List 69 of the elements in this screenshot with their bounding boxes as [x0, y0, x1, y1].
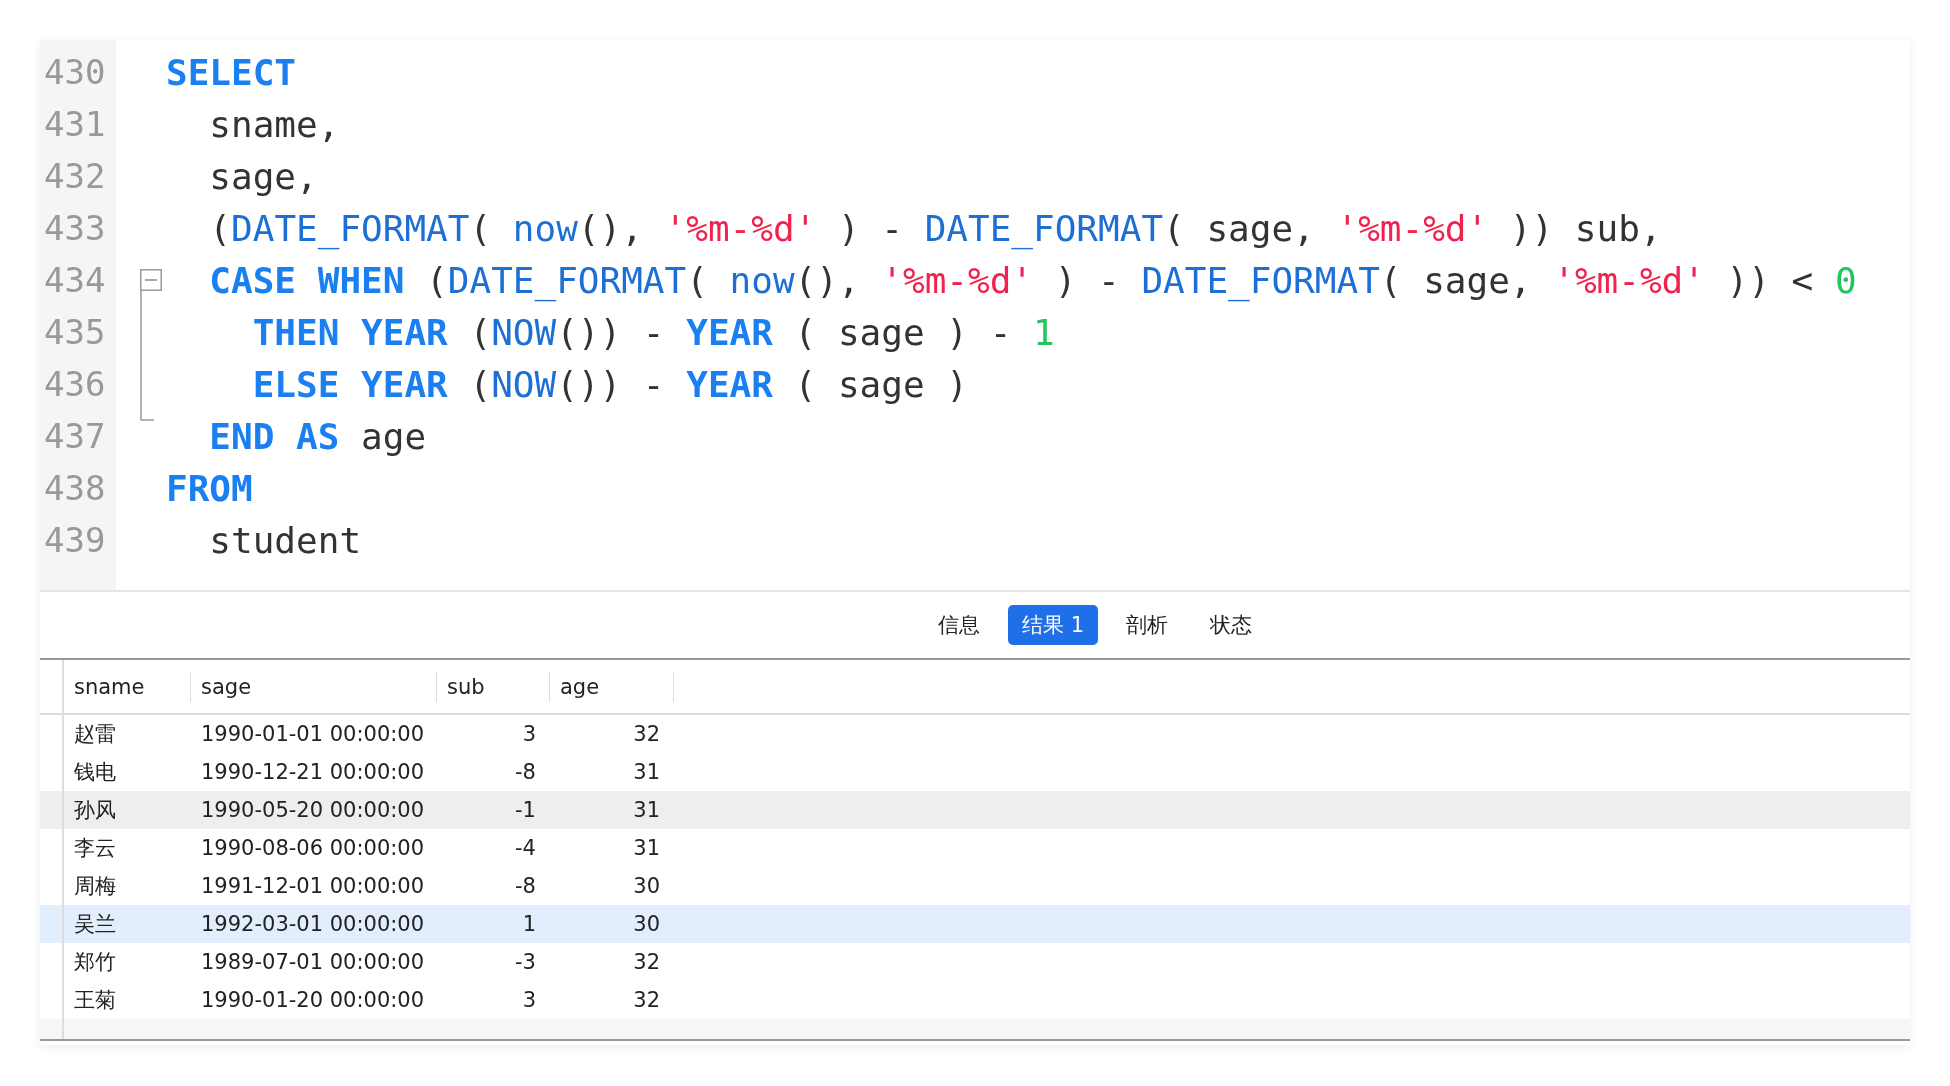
line-number: 431: [43, 104, 107, 144]
table-cell: 郑竹: [74, 950, 116, 974]
table-cell: 1990-05-20 00:00:00: [201, 798, 425, 822]
result-tab[interactable]: 信息: [923, 605, 994, 645]
line-number: 434: [43, 260, 107, 300]
code-line: ELSE YEAR (NOW()) - YEAR ( sage ): [251, 363, 968, 405]
result-tab[interactable]: 结果 1: [1007, 605, 1098, 645]
column-header[interactable]: sage: [191, 671, 437, 702]
table-cell: 1990-01-20 00:00:00: [201, 988, 425, 1012]
table-cell: 赵雷: [74, 722, 116, 746]
line-number: 432: [43, 156, 107, 196]
table-cell: 32: [633, 722, 660, 746]
column-header[interactable]: sub: [437, 671, 550, 702]
table-cell: 1991-12-01 00:00:00: [201, 874, 425, 898]
table-cell: 31: [633, 760, 660, 784]
code-line: SELECT: [166, 51, 297, 93]
table-row[interactable]: 吴兰 1992-03-01 00:00:00 1 30: [40, 905, 1910, 943]
code-line: CASE WHEN (DATE_FORMAT( now(), '%m-%d' ) - DATE_FORMAT( sage, '%m-%d' )) < 0: [208, 259, 1857, 301]
table-row[interactable]: 钱电 1990-12-21 00:00:00 -8 31: [40, 753, 1910, 791]
line-number: 436: [43, 364, 107, 404]
table-cell: 32: [633, 950, 660, 974]
table-cell: -3: [515, 950, 536, 974]
table-cell: 1990-08-06 00:00:00: [201, 836, 425, 860]
code-line: student: [208, 519, 362, 561]
table-cell: -8: [515, 874, 536, 898]
table-cell: -8: [515, 760, 536, 784]
table-cell: -4: [515, 836, 536, 860]
table-row[interactable]: 孙风 1990-05-20 00:00:00 -1 31: [40, 791, 1910, 829]
table-cell: 吴兰: [74, 912, 116, 936]
table-cell: -1: [515, 798, 536, 822]
table-row[interactable]: 李云 1990-08-06 00:00:00 -4 31: [40, 829, 1910, 867]
code-line: (DATE_FORMAT( now(), '%m-%d' ) - DATE_FORMAT( sage, '%m-%d' )) sub,: [208, 207, 1662, 249]
table-cell: 30: [633, 874, 660, 898]
table-cell: 3: [522, 722, 536, 746]
column-header[interactable]: sname: [64, 671, 191, 702]
table-cell: 32: [633, 988, 660, 1012]
line-number: 437: [43, 416, 107, 456]
table-cell: 王菊: [74, 988, 116, 1012]
code-line: THEN YEAR (NOW()) - YEAR ( sage ) - 1: [251, 311, 1055, 353]
code-line: sname,: [208, 103, 340, 145]
line-number: 438: [43, 468, 107, 508]
table-cell: 31: [633, 836, 660, 860]
table-row[interactable]: 郑竹 1989-07-01 00:00:00 -3 32: [40, 943, 1910, 981]
table-cell: 30: [633, 912, 660, 936]
table-cell: 31: [633, 798, 660, 822]
table-cell: 1989-07-01 00:00:00: [201, 950, 425, 974]
table-row[interactable]: 王菊 1990-01-20 00:00:00 3 32: [40, 981, 1910, 1019]
code-line: sage,: [208, 155, 318, 197]
table-row[interactable]: 周梅 1991-12-01 00:00:00 -8 30: [40, 867, 1910, 905]
table-cell: 1: [522, 912, 536, 936]
code-line: END AS age: [208, 415, 427, 457]
table-cell: 3: [522, 988, 536, 1012]
table-cell: 1990-01-01 00:00:00: [201, 722, 425, 746]
collapse-icon[interactable]: [140, 269, 162, 291]
result-tab[interactable]: 状态: [1196, 605, 1266, 645]
table-row[interactable]: 赵雷 1990-01-01 00:00:00 3 32: [40, 715, 1910, 753]
table-cell: 周梅: [74, 874, 116, 898]
line-number: 433: [43, 208, 107, 248]
line-number: 430: [43, 52, 107, 92]
line-number: 439: [43, 520, 107, 560]
table-cell: 李云: [74, 836, 116, 860]
table-cell: 1990-12-21 00:00:00: [201, 760, 425, 784]
column-header[interactable]: age: [550, 671, 674, 702]
table-cell: 钱电: [74, 760, 116, 784]
code-line: FROM: [166, 467, 253, 509]
result-tab[interactable]: 剖析: [1112, 605, 1182, 645]
table-cell: 孙风: [74, 798, 116, 822]
line-number: 435: [43, 312, 107, 352]
table-cell: 1992-03-01 00:00:00: [201, 912, 425, 936]
